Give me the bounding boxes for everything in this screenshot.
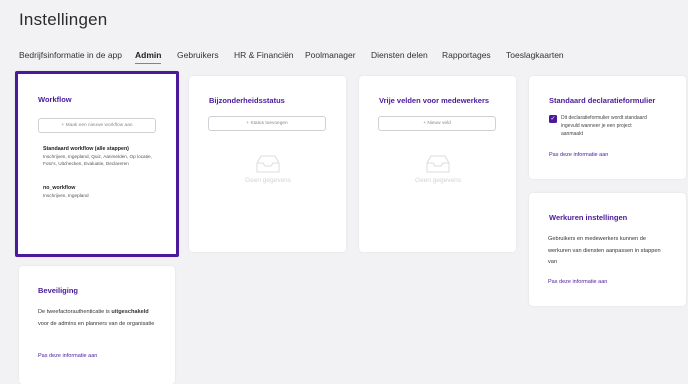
tab-rapportages[interactable]: Rapportages: [442, 50, 491, 63]
vrije-velden-card: Vrije velden voor medewerkers + Nieuw ve…: [359, 76, 516, 252]
beveiliging-description: De tweefactorauthenticatie is uitgeschak…: [38, 307, 160, 330]
workflow-card: Workflow + Maak een nieuwe workflow aan …: [15, 71, 179, 257]
beveiliging-title: Beveiliging: [38, 286, 79, 295]
workflow-item-name[interactable]: no_workflow: [43, 185, 75, 191]
declaratie-card: Standaard declaratieformulier ✓ Dit decl…: [529, 76, 686, 179]
add-status-button[interactable]: + Status toevoegen: [208, 116, 326, 131]
werkuren-card: Werkuren instellingen Gebruikers en mede…: [529, 193, 686, 306]
empty-inbox-icon: [426, 155, 450, 173]
werkuren-title: Werkuren instellingen: [549, 213, 628, 222]
tab-bedrijfsinformatie[interactable]: Bedrijfsinformatie in de app: [19, 50, 122, 63]
add-field-button[interactable]: + Nieuw veld: [378, 116, 496, 131]
workflow-item-steps: Inschrijven, Ingepland, Quiz, Aanmelden,…: [43, 154, 152, 166]
empty-state-text: Geen gegevens: [415, 177, 461, 184]
edit-info-link[interactable]: Pas deze informatie aan: [38, 353, 97, 359]
edit-info-link[interactable]: Pas deze informatie aan: [549, 152, 608, 158]
beveiliging-card: Beveiliging De tweefactorauthenticatie i…: [19, 266, 175, 384]
add-workflow-button[interactable]: + Maak een nieuwe workflow aan: [38, 118, 156, 133]
edit-info-link[interactable]: Pas deze informatie aan: [548, 279, 607, 285]
bijzonderheid-title: Bijzonderheidsstatus: [209, 96, 285, 105]
empty-inbox-icon: [256, 155, 280, 173]
page-title: Instellingen: [19, 10, 108, 29]
bijzonderheid-card: Bijzonderheidsstatus + Status toevoegen …: [189, 76, 346, 252]
tab-hr-financien[interactable]: HR & Financiën: [234, 50, 294, 63]
werkuren-description: Gebruikers en medewerkers kunnen de werk…: [548, 236, 661, 265]
tab-gebruikers[interactable]: Gebruikers: [177, 50, 219, 63]
two-factor-status: uitgeschakeld: [111, 309, 149, 315]
vrije-velden-title: Vrije velden voor medewerkers: [379, 96, 490, 105]
tab-toeslagkaarten[interactable]: Toeslagkaarten: [506, 50, 564, 63]
tab-admin[interactable]: Admin: [135, 50, 162, 64]
beveiliging-text: voor de admins en planners van de organi…: [38, 320, 155, 327]
workflow-item-steps: Inschrijven, Ingepland: [43, 193, 89, 198]
empty-state-text: Geen gegevens: [245, 177, 291, 184]
workflow-title: Workflow: [38, 95, 72, 104]
default-form-checkbox-label: Dit declaratieformulier wordt standaard …: [561, 115, 647, 137]
tab-diensten-delen[interactable]: Diensten delen: [371, 50, 428, 63]
default-form-checkbox[interactable]: ✓: [549, 115, 557, 123]
beveiliging-text: De tweefactorauthenticatie is: [38, 309, 112, 315]
declaratie-title: Standaard declaratieformulier: [549, 96, 656, 105]
tab-poolmanager[interactable]: Poolmanager: [305, 50, 356, 63]
workflow-item-name[interactable]: Standaard workflow (alle stappen): [43, 146, 129, 152]
